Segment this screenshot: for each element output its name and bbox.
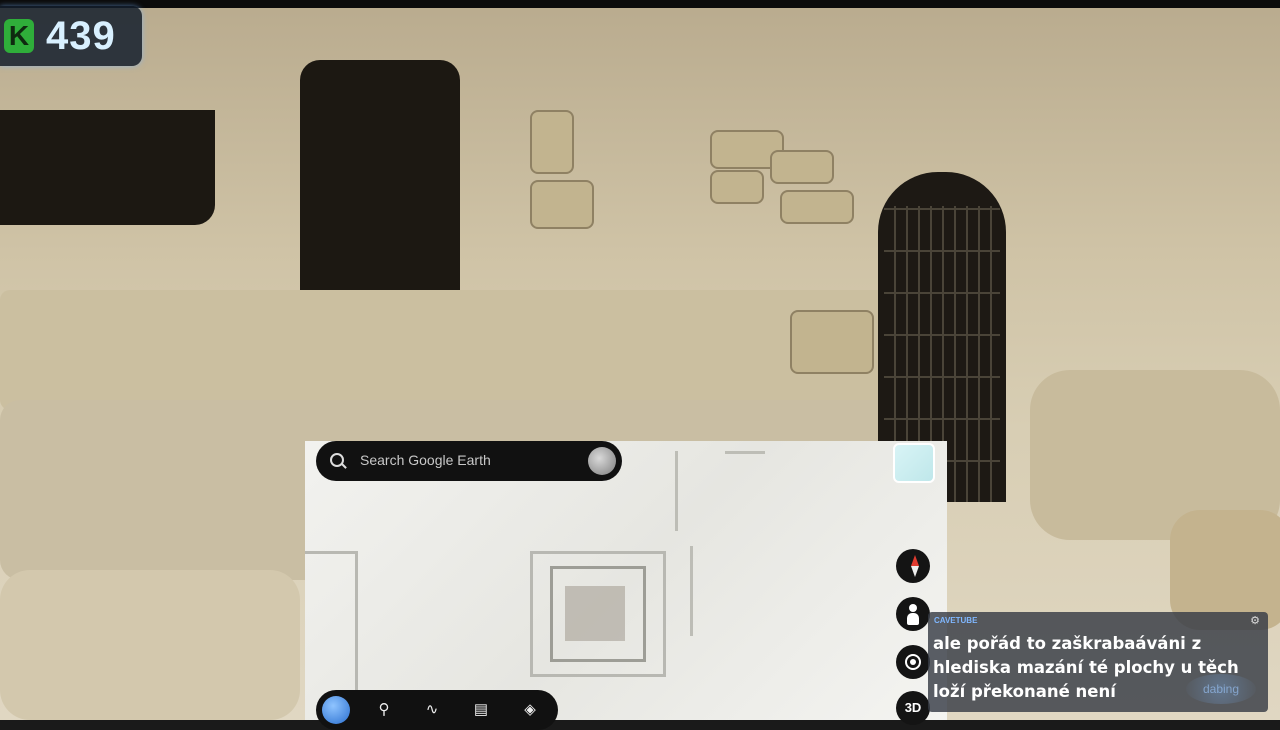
dabing-watermark: dabing xyxy=(1186,674,1256,704)
google-earth-map[interactable] xyxy=(305,441,947,720)
account-avatar[interactable] xyxy=(588,447,616,475)
subtitle-box: CAVETUBE ⚙ ale pořád to zaškrabaáváni z … xyxy=(928,612,1268,712)
compass-icon[interactable] xyxy=(896,549,930,583)
badge-count: 439 xyxy=(46,14,116,58)
badge-letter: K xyxy=(4,19,34,53)
search-bar[interactable]: Search Google Earth xyxy=(316,441,622,481)
boulder-left xyxy=(0,570,300,720)
top-black-bar xyxy=(0,0,1280,8)
settings-gear-icon[interactable]: ⚙ xyxy=(1250,614,1260,627)
locate-icon[interactable] xyxy=(896,645,930,679)
search-placeholder: Search Google Earth xyxy=(360,452,491,468)
search-icon xyxy=(330,453,344,467)
earth-toolbar: ⚲ ∿ ▤ ◈ xyxy=(316,690,558,730)
subtitle-source: CAVETUBE xyxy=(934,616,978,625)
map-style-thumbnail[interactable] xyxy=(893,443,935,483)
rock-ledge xyxy=(0,290,910,410)
left-cave-opening xyxy=(0,110,215,225)
stone-wall xyxy=(530,110,874,374)
channel-badge: K 439 xyxy=(0,6,142,66)
pegman-icon[interactable] xyxy=(896,597,930,631)
